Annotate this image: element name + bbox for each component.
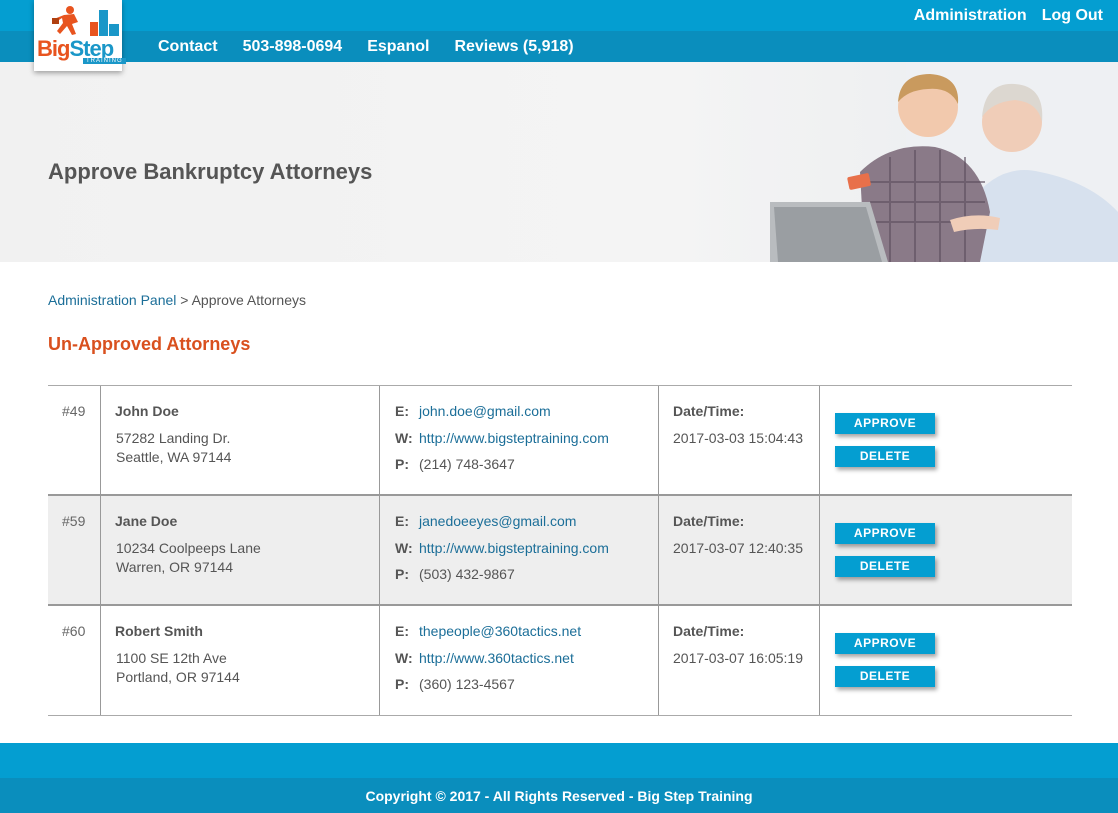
delete-button[interactable]: DELETE (835, 666, 935, 687)
website-label: W: (395, 540, 413, 556)
approve-button[interactable]: APPROVE (835, 413, 935, 434)
page-title: Approve Bankruptcy Attorneys (48, 159, 373, 184)
breadcrumb-admin-panel-link[interactable]: Administration Panel (48, 292, 176, 308)
logout-link[interactable]: Log Out (1042, 7, 1103, 25)
attorney-address-line2: Warren, OR 97144 (116, 559, 233, 575)
datetime-value: 2017-03-07 16:05:19 (673, 650, 803, 666)
hero-photo-illustration (770, 62, 1118, 262)
attorney-address-line2: Seattle, WA 97144 (116, 449, 232, 465)
attorney-name: Jane Doe (115, 513, 178, 529)
attorney-name: John Doe (115, 403, 179, 419)
attorney-id: #59 (62, 513, 86, 529)
website-link[interactable]: http://www.360tactics.net (419, 650, 574, 666)
top-bar: Administration Log Out (0, 0, 1118, 31)
administration-link[interactable]: Administration (914, 7, 1027, 25)
breadcrumb-separator: > (176, 292, 192, 308)
datetime-label: Date/Time: (673, 623, 745, 639)
email-link[interactable]: thepeople@360tactics.net (419, 623, 581, 639)
datetime-label: Date/Time: (673, 403, 745, 419)
email-link[interactable]: janedoeeyes@gmail.com (419, 513, 576, 529)
phone-label: P: (395, 456, 409, 472)
hero-banner: Approve Bankruptcy Attorneys (0, 62, 1118, 262)
website-label: W: (395, 430, 413, 446)
attorney-id: #60 (62, 623, 86, 639)
website-link[interactable]: http://www.bigsteptraining.com (419, 540, 609, 556)
footer-top-band (0, 743, 1118, 778)
attorney-address-line1: 57282 Landing Dr. (116, 430, 231, 446)
email-label: E: (395, 513, 409, 529)
datetime-label: Date/Time: (673, 513, 745, 529)
phone-label: P: (395, 676, 409, 692)
datetime-value: 2017-03-07 12:40:35 (673, 540, 803, 556)
nav-espanol[interactable]: Espanol (367, 38, 429, 56)
website-link[interactable]: http://www.bigsteptraining.com (419, 430, 609, 446)
top-links: Administration Log Out (914, 7, 1103, 25)
table-row: #59 Jane Doe 10234 Coolpeeps Lane Warren… (48, 496, 1072, 606)
datetime-value: 2017-03-03 15:04:43 (673, 430, 803, 446)
copyright-text: Copyright © 2017 - All Rights Reserved -… (365, 788, 753, 804)
delete-button[interactable]: DELETE (835, 446, 935, 467)
section-title: Un-Approved Attorneys (48, 334, 251, 354)
breadcrumb-current: Approve Attorneys (191, 292, 306, 308)
delete-button[interactable]: DELETE (835, 556, 935, 577)
logo[interactable]: BigStep TRAINING (34, 0, 126, 71)
email-label: E: (395, 623, 409, 639)
nav-contact[interactable]: Contact (158, 38, 218, 56)
attorney-name: Robert Smith (115, 623, 203, 639)
phone-label: P: (395, 566, 409, 582)
approve-button[interactable]: APPROVE (835, 523, 935, 544)
table-row: #49 John Doe 57282 Landing Dr. Seattle, … (48, 386, 1072, 496)
email-label: E: (395, 403, 409, 419)
runner-icon (52, 6, 119, 36)
nav-reviews[interactable]: Reviews (5,918) (454, 38, 573, 56)
phone-value: (503) 432-9867 (419, 566, 515, 582)
approve-button[interactable]: APPROVE (835, 633, 935, 654)
website-label: W: (395, 650, 413, 666)
attorney-id: #49 (62, 403, 86, 419)
phone-value: (360) 123-4567 (419, 676, 515, 692)
logo-subtext: TRAINING (83, 58, 126, 64)
attorney-address-line1: 1100 SE 12th Ave (116, 650, 227, 666)
phone-value: (214) 748-3647 (419, 456, 515, 472)
attorney-address-line1: 10234 Coolpeeps Lane (116, 540, 261, 556)
footer: Copyright © 2017 - All Rights Reserved -… (0, 778, 1118, 813)
table-row: #60 Robert Smith 1100 SE 12th Ave Portla… (48, 606, 1072, 716)
attorneys-table: #49 John Doe 57282 Landing Dr. Seattle, … (48, 385, 1072, 716)
email-link[interactable]: john.doe@gmail.com (419, 403, 551, 419)
nav-phone[interactable]: 503-898-0694 (243, 38, 343, 56)
main-nav: Contact 503-898-0694 Espanol Reviews (5,… (0, 31, 1118, 62)
breadcrumb: Administration Panel > Approve Attorneys (48, 292, 306, 308)
attorney-address-line2: Portland, OR 97144 (116, 669, 240, 685)
